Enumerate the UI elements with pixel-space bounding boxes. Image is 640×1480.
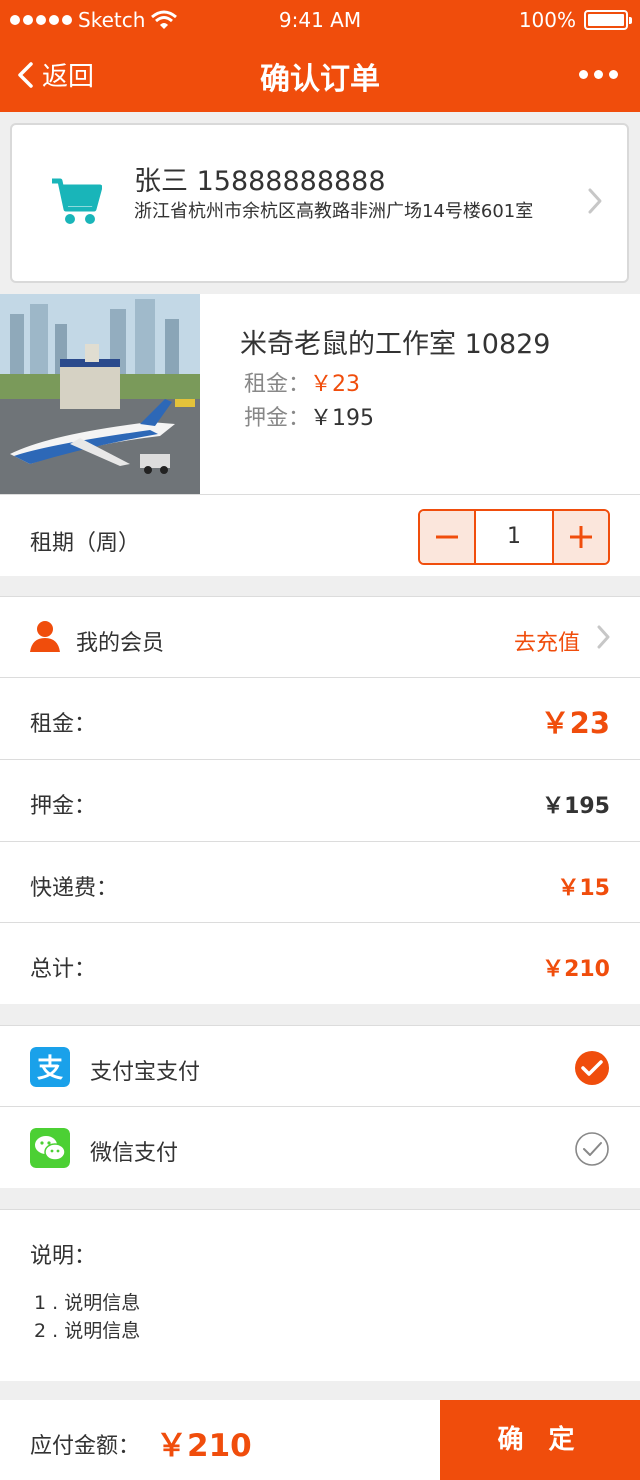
quantity-stepper: 1 <box>418 509 610 565</box>
summary-shipping-row: 快递费： ￥15 <box>0 841 640 923</box>
summary-deposit-label: 押金： <box>30 794 97 819</box>
plus-icon <box>570 526 592 548</box>
wechat-icon <box>30 1128 70 1168</box>
svg-text:支: 支 <box>37 1054 63 1084</box>
notes-item: 1 . 说明信息 <box>34 1292 141 1314</box>
notes-section: 说明： 1 . 说明信息 2 . 说明信息 <box>0 1209 640 1381</box>
alipay-icon: 支 <box>30 1047 70 1087</box>
product-rent-value: ￥23 <box>310 372 361 397</box>
nav-bar: 返回 确认订单 <box>0 40 640 112</box>
summary-total-row: 总计： ￥210 <box>0 922 640 1004</box>
summary-deposit-row: 押金： ￥195 <box>0 759 640 841</box>
increase-button[interactable] <box>554 511 608 563</box>
user-icon <box>30 621 60 652</box>
quantity-value[interactable]: 1 <box>474 511 554 563</box>
payment-option-alipay[interactable]: 支 支付宝支付 <box>0 1025 640 1107</box>
minus-icon <box>436 535 458 539</box>
notes-item: 2 . 说明信息 <box>34 1320 141 1342</box>
summary-rent-value: ￥23 <box>540 706 610 740</box>
summary-rent-row: 租金： ￥23 <box>0 677 640 759</box>
summary-deposit-value: ￥195 <box>542 794 610 819</box>
more-icon[interactable] <box>579 70 618 79</box>
chevron-right-icon <box>597 625 610 649</box>
recharge-link[interactable]: 去充值 <box>514 625 580 657</box>
page-title: 确认订单 <box>260 62 380 97</box>
amount-due-value: ￥210 <box>156 1428 252 1464</box>
product-card: 米奇老鼠的工作室 10829 租金：￥23 押金：￥195 <box>0 294 640 494</box>
status-bar: Sketch 9:41 AM 100% <box>0 0 640 40</box>
product-deposit: 押金：￥195 <box>244 400 374 432</box>
amount-due-label: 应付金额： <box>30 1434 141 1459</box>
confirm-button[interactable]: 确 定 <box>440 1400 640 1480</box>
product-deposit-label: 押金： <box>244 406 311 431</box>
checkmark-unselected-icon[interactable] <box>574 1131 610 1167</box>
product-rent-label: 租金： <box>244 372 311 397</box>
recipient-name-phone: 张三 15888888888 <box>134 166 386 197</box>
lease-period-label: 租期（周） <box>30 531 141 556</box>
battery-percent: 100% <box>518 8 576 32</box>
product-rent: 租金：￥23 <box>244 366 360 398</box>
cart-icon <box>52 178 102 224</box>
decrease-button[interactable] <box>420 511 474 563</box>
product-deposit-value: ￥195 <box>310 406 375 431</box>
summary-shipping-label: 快递费： <box>30 876 119 901</box>
notes-heading: 说明： <box>30 1244 97 1269</box>
checkmark-selected-icon[interactable] <box>574 1050 610 1086</box>
wechat-label: 微信支付 <box>90 1141 179 1166</box>
summary-rent-label: 租金： <box>30 712 97 737</box>
product-image <box>0 294 200 494</box>
summary-shipping-value: ￥15 <box>557 876 610 901</box>
summary-total-value: ￥210 <box>542 957 610 982</box>
lease-period-row: 租期（周） 1 <box>0 494 640 576</box>
battery-icon <box>584 10 632 30</box>
address-card[interactable]: 张三 15888888888 浙江省杭州市余杭区高教路非洲广场14号楼601室 <box>10 123 629 283</box>
product-title: 米奇老鼠的工作室 10829 <box>240 329 551 360</box>
chevron-right-icon <box>588 188 602 214</box>
payment-option-wechat[interactable]: 微信支付 <box>0 1106 640 1188</box>
recipient-address: 浙江省杭州市余杭区高教路非洲广场14号楼601室 <box>134 201 534 222</box>
membership-row[interactable]: 我的会员 去充值 <box>0 596 640 678</box>
membership-label: 我的会员 <box>76 631 165 656</box>
summary-total-label: 总计： <box>30 957 97 982</box>
checkout-footer: 应付金额： ￥210 确 定 <box>0 1400 640 1480</box>
alipay-label: 支付宝支付 <box>90 1060 201 1085</box>
